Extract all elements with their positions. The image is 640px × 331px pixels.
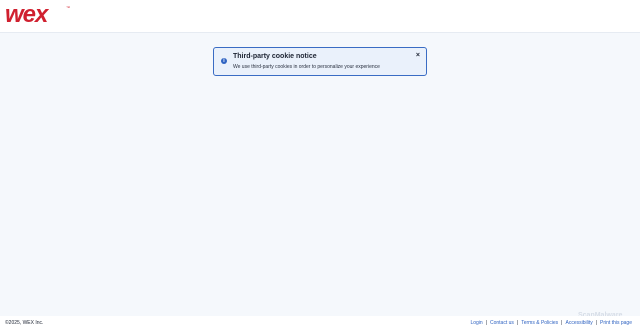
footer-separator: | <box>516 320 519 326</box>
close-icon[interactable]: × <box>416 52 420 59</box>
footer-separator: | <box>561 320 563 326</box>
footer-separator: | <box>485 320 487 326</box>
footer-separator: | <box>595 320 598 326</box>
site-header: wex ™ <box>0 0 640 33</box>
footer-link-print[interactable]: Print this page <box>600 320 632 326</box>
footer-link-contact[interactable]: Contact us <box>490 320 514 326</box>
site-footer: ©2025, WEX Inc. Login | Contact us | Ter… <box>0 316 640 331</box>
cookie-notice: i Third-party cookie notice We use third… <box>213 47 427 76</box>
footer-link-login[interactable]: Login <box>470 320 482 326</box>
cookie-notice-title: Third-party cookie notice <box>233 53 317 60</box>
copyright-text: ©2025, WEX Inc. <box>5 320 44 326</box>
trademark-symbol: ™ <box>66 5 70 10</box>
footer-links: Login | Contact us | Terms & Policies | … <box>470 320 632 326</box>
footer-link-terms[interactable]: Terms & Policies <box>521 320 558 326</box>
cookie-notice-text: We use third-party cookies in order to p… <box>233 64 380 70</box>
footer-link-accessibility[interactable]: Accessibility <box>565 320 592 326</box>
wex-logo[interactable]: wex <box>5 3 48 27</box>
info-icon: i <box>221 58 227 64</box>
